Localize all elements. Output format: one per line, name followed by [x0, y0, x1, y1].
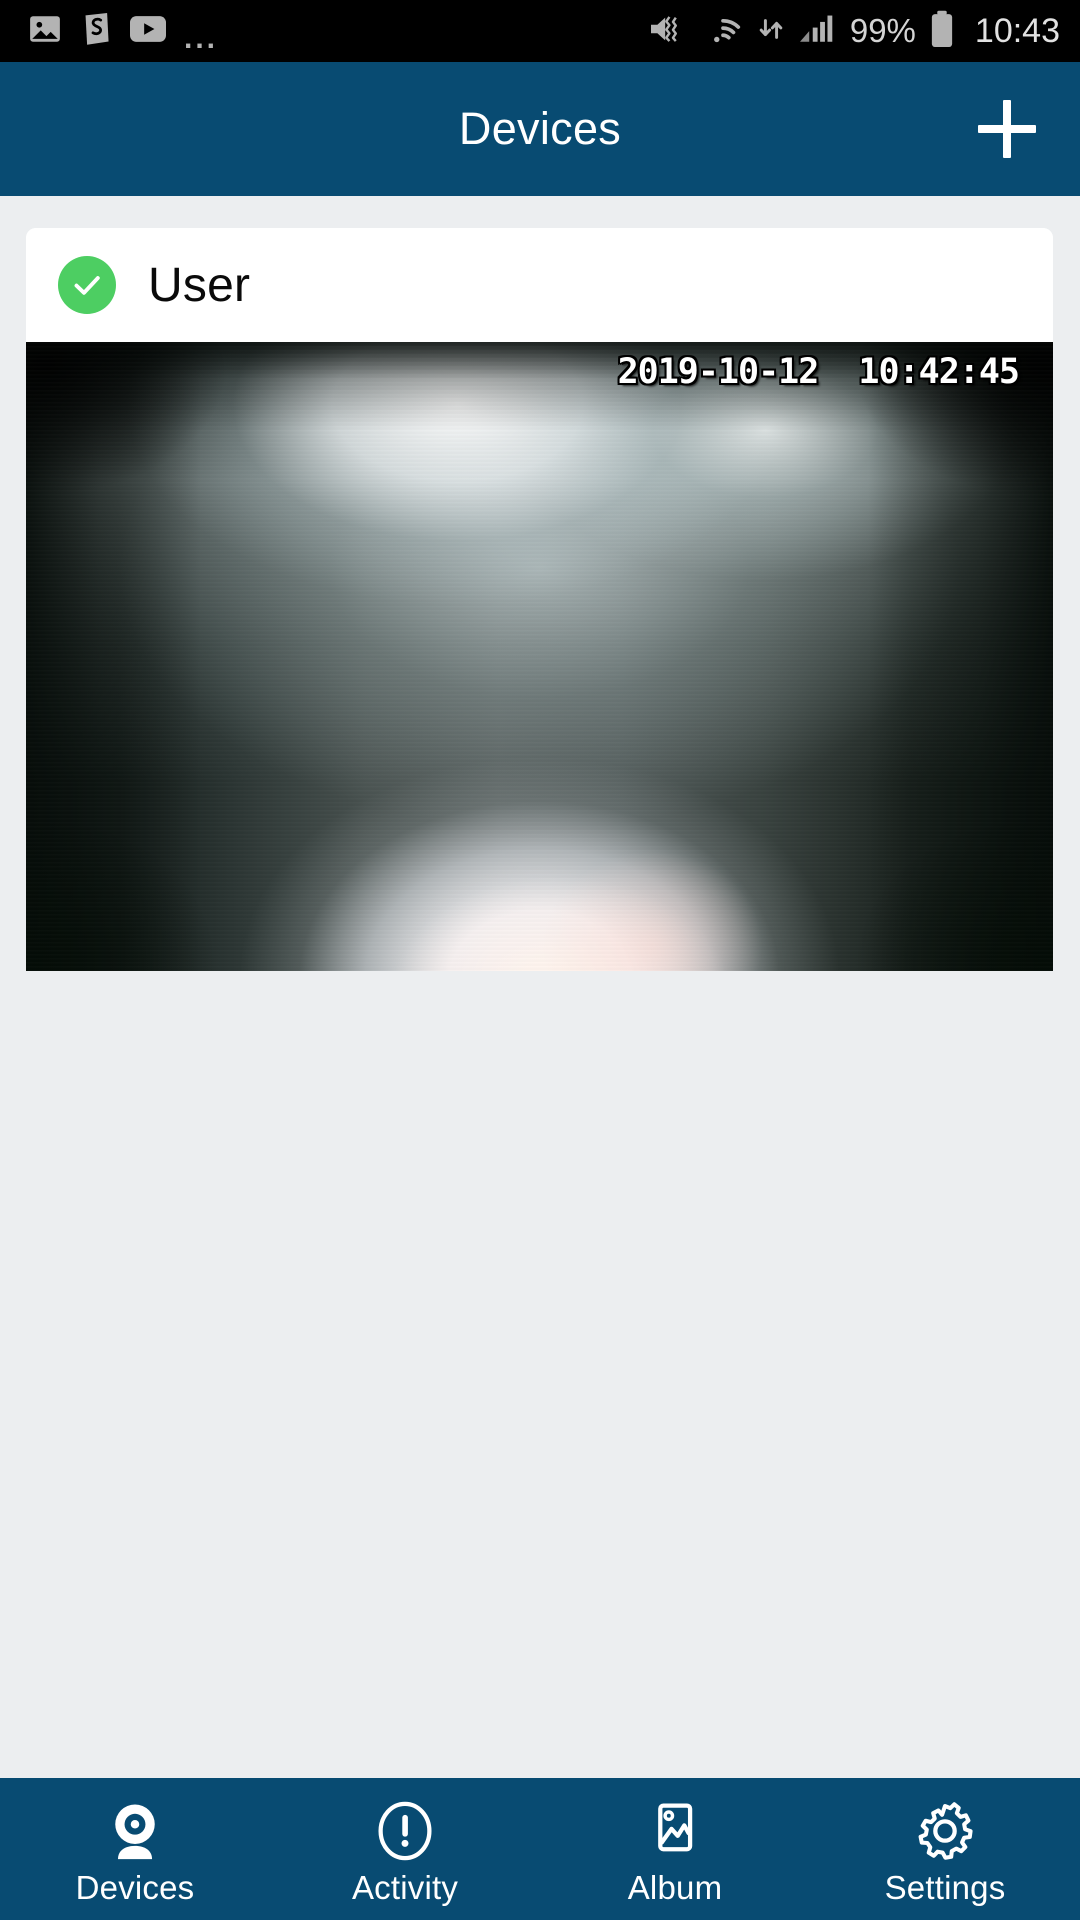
nav-item-settings[interactable]: Settings	[810, 1778, 1080, 1920]
nav-label-album: Album	[627, 1868, 723, 1906]
add-device-button[interactable]	[970, 92, 1044, 166]
mute-vibrate-icon	[648, 12, 688, 51]
feed-timestamp-overlay: 2019-10-12 10:42:45	[617, 352, 1020, 392]
page-title: Devices	[458, 103, 622, 154]
cellular-signal-icon	[797, 12, 837, 51]
webcam-icon	[104, 1799, 166, 1861]
status-bar-left-icons: ...	[28, 12, 219, 55]
status-bar-right-icons: 99% 10:43	[648, 10, 1060, 53]
youtube-icon	[130, 15, 166, 47]
clock-label: 10:43	[974, 11, 1060, 50]
more-notifications-icon: ...	[184, 22, 219, 55]
camera-feed[interactable]: 2019-10-12 10:42:45	[26, 342, 1053, 971]
device-card-header: User	[26, 228, 1053, 342]
image-frame-icon	[644, 1799, 706, 1861]
device-name-label: User	[148, 258, 251, 312]
photo-icon	[28, 12, 62, 51]
app-root: ... 99% 10:43 Devices User 2019-10-12 10…	[0, 0, 1080, 1920]
nav-item-devices[interactable]: Devices	[0, 1778, 270, 1920]
plus-icon-vertical	[1003, 100, 1011, 158]
exclamation-circle-icon	[374, 1799, 436, 1861]
status-bar: ... 99% 10:43	[0, 0, 1080, 62]
bottom-navigation-bar: Devices Activity Album Settings	[0, 1778, 1080, 1920]
nav-item-activity[interactable]: Activity	[270, 1778, 540, 1920]
app-header: Devices	[0, 62, 1080, 196]
wifi-icon	[701, 12, 745, 51]
nav-label-devices: Devices	[75, 1868, 195, 1906]
battery-icon	[929, 10, 955, 53]
gear-icon	[914, 1799, 976, 1861]
nav-item-album[interactable]: Album	[540, 1778, 810, 1920]
data-transfer-icon	[758, 15, 784, 48]
device-card[interactable]: User 2019-10-12 10:42:45	[26, 228, 1053, 971]
feed-scanlines	[26, 342, 1053, 971]
shazam-s-icon	[80, 12, 112, 51]
nav-label-activity: Activity	[351, 1868, 459, 1906]
battery-percent-label: 99%	[849, 12, 916, 49]
nav-label-settings: Settings	[884, 1868, 1006, 1906]
check-circle-icon	[58, 256, 116, 314]
